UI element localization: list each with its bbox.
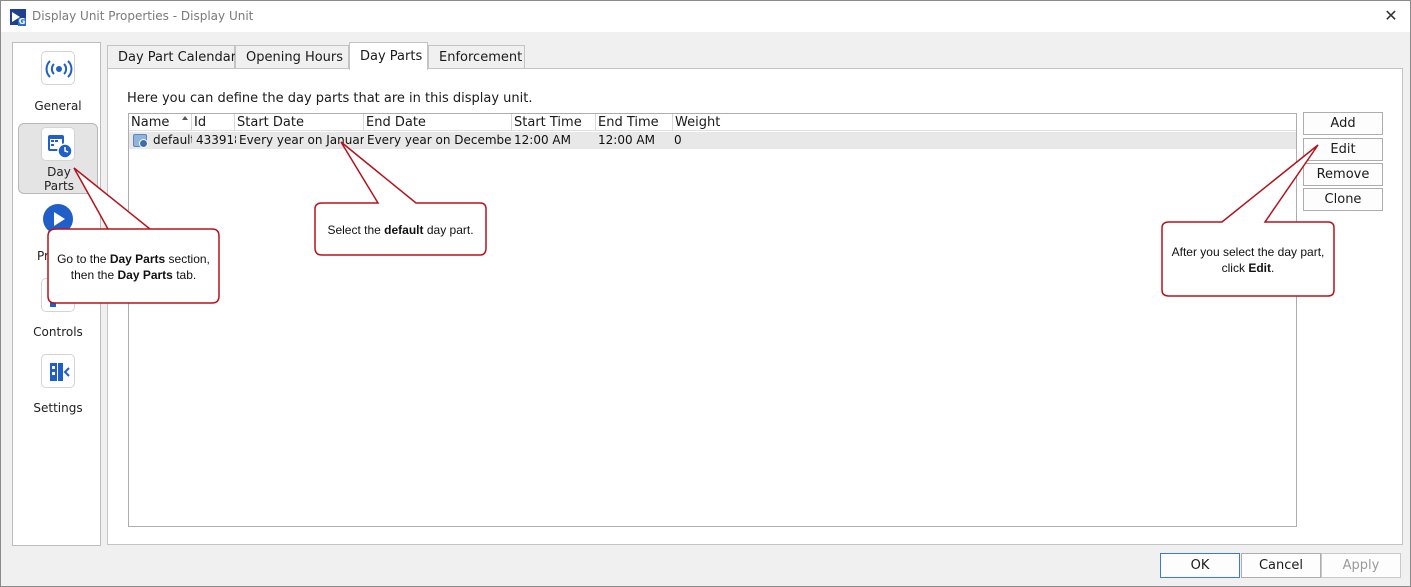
play-icon [41, 202, 75, 236]
column-header-label: Name [131, 115, 170, 130]
callout-text-part: Select the [327, 223, 381, 237]
cell-weight: 0 [674, 133, 682, 147]
callout-text-part: . [1271, 261, 1275, 275]
callout-sidebar-text: Go to the Day Parts section, then the Da… [49, 251, 218, 283]
column-header-start-time[interactable]: Start Time [512, 114, 596, 131]
callout-text-part: section, [168, 252, 210, 266]
cell-name: default [153, 133, 192, 147]
settings-icon [41, 354, 75, 388]
day-parts-table[interactable]: Name Id Start Date End Date Start Time E… [128, 113, 1297, 527]
day-parts-panel: Here you can define the day parts that a… [107, 68, 1403, 545]
callout-row-text: Select the default day part. [316, 222, 485, 238]
callout-edit-line-1: After you select the day part, [1171, 245, 1325, 259]
column-header-end-time[interactable]: End Time [596, 114, 673, 131]
sort-ascending-icon [182, 116, 188, 120]
callout-sidebar-line-2: then the Day Parts tab. [49, 267, 218, 283]
window-title: Display Unit Properties - Display Unit [32, 9, 254, 23]
sidebar-item-label-2: Parts [44, 179, 74, 193]
callout-text-part: Go to the [57, 252, 107, 266]
sidebar-item-label: Day [47, 165, 71, 179]
app-logo-icon [10, 9, 26, 26]
sidebar-item-label: General [34, 99, 82, 113]
sidebar-item-day-parts[interactable]: Day Parts [18, 123, 98, 194]
column-header-weight[interactable]: Weight [673, 114, 1296, 131]
column-header-end-date[interactable]: End Date [364, 114, 512, 131]
callout-text-part: tab. [176, 268, 197, 282]
tab-enforcement[interactable]: Enforcement [428, 45, 525, 70]
add-button-label: Add [1330, 116, 1356, 131]
clone-button[interactable]: Clone [1303, 188, 1383, 211]
cell-id: 433918 [196, 133, 236, 147]
controls-icon [41, 278, 75, 312]
panel-intro-text: Here you can define the day parts that a… [127, 91, 533, 106]
column-header-name[interactable]: Name [129, 114, 192, 131]
tab-opening-hours[interactable]: Opening Hours [235, 45, 349, 70]
callout-text-bold: Day Parts [109, 252, 166, 266]
sidebar-item-controls[interactable]: Controls [18, 275, 98, 345]
remove-button-label: Remove [1316, 167, 1370, 182]
callout-edit-text: After you select the day part, click Edi… [1163, 244, 1333, 276]
sidebar-item-settings[interactable]: Settings [18, 351, 98, 421]
ok-button[interactable]: OK [1160, 553, 1240, 578]
section-sidebar: General Day Parts Pr Controls Settings [12, 42, 101, 546]
cancel-button[interactable]: Cancel [1241, 553, 1321, 578]
table-row[interactable]: default 433918 Every year on January 1 E… [129, 132, 1296, 149]
callout-text-bold: default [384, 223, 424, 237]
calendar-clock-icon [41, 127, 75, 161]
cell-start-date: Every year on January 1 [239, 133, 364, 147]
add-button[interactable]: Add [1303, 112, 1383, 135]
cell-end-time: 12:00 AM [598, 133, 655, 147]
sidebar-item-general[interactable]: General [18, 47, 98, 117]
tab-day-part-calendar[interactable]: Day Part Calendar [107, 45, 236, 70]
callout-text-bold: Day Parts [117, 268, 173, 282]
callout-text-part: click [1221, 261, 1245, 275]
callout-sidebar-line-1: Go to the Day Parts section, [49, 251, 218, 267]
callout-edit-line-2: click Edit. [1163, 260, 1333, 276]
tab-day-parts[interactable]: Day Parts [349, 42, 428, 70]
broadcast-icon [41, 51, 75, 85]
column-header-start-date[interactable]: Start Date [235, 114, 364, 131]
title-bar: Display Unit Properties - Display Unit ✕ [1, 1, 1410, 32]
column-header-id[interactable]: Id [192, 114, 235, 131]
day-part-icon [133, 134, 148, 148]
callout-text-bold: Edit [1248, 261, 1271, 275]
callout-text-part: day part. [426, 223, 474, 237]
remove-button[interactable]: Remove [1303, 163, 1383, 186]
callout-text-part: then the [70, 268, 115, 282]
sidebar-item-label: Settings [33, 401, 83, 415]
clone-button-label: Clone [1324, 192, 1362, 207]
apply-button[interactable]: Apply [1321, 553, 1401, 578]
cell-start-time: 12:00 AM [514, 133, 571, 147]
edit-button[interactable]: Edit [1303, 138, 1383, 161]
edit-button-label: Edit [1330, 142, 1356, 157]
properties-window: Display Unit Properties - Display Unit ✕… [0, 0, 1411, 587]
sidebar-item-label: Controls [33, 325, 83, 339]
cell-end-date: Every year on December 31 [367, 133, 512, 147]
table-header: Name Id Start Date End Date Start Time E… [129, 114, 1296, 131]
close-icon[interactable]: ✕ [1382, 7, 1400, 25]
